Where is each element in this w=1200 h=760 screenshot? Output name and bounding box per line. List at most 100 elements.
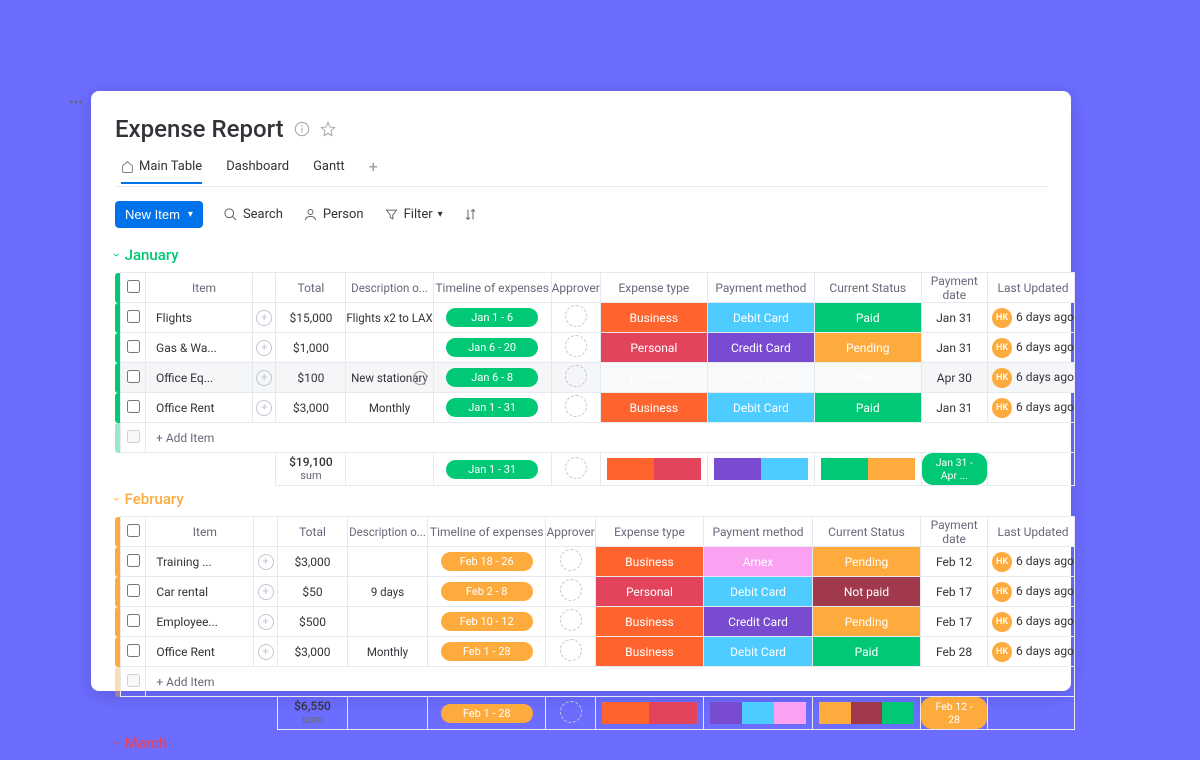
cell-timeline[interactable]: Feb 18 - 26 xyxy=(427,547,546,577)
add-item-row[interactable]: + Add Item xyxy=(115,423,1075,453)
row-checkbox[interactable] xyxy=(127,644,140,657)
cell-etype[interactable]: Personal xyxy=(595,577,704,607)
col-desc[interactable]: Description o... xyxy=(348,517,428,547)
col-status[interactable]: Current Status xyxy=(812,517,920,547)
cell-total[interactable]: $100 xyxy=(276,363,346,393)
cell-status[interactable]: Pending xyxy=(814,333,921,363)
col-pdate[interactable]: Payment date xyxy=(921,273,987,303)
cell-item[interactable]: Flights xyxy=(146,303,253,333)
cell-etype[interactable]: Personal xyxy=(600,333,707,363)
cell-desc[interactable] xyxy=(348,607,428,637)
col-method[interactable]: Payment method xyxy=(704,517,813,547)
col-approver[interactable]: Approver xyxy=(551,273,600,303)
cell-timeline[interactable]: Feb 2 - 8 xyxy=(427,577,546,607)
add-icon[interactable]: + xyxy=(256,340,272,356)
group-header-february[interactable]: ›February xyxy=(115,488,1071,516)
cell-pdate[interactable]: Jan 31 xyxy=(921,333,987,363)
cell-desc[interactable] xyxy=(346,333,433,363)
cell-etype[interactable]: Business xyxy=(600,303,707,333)
cell-method[interactable]: Amex xyxy=(704,547,813,577)
cell-status[interactable]: Not paid xyxy=(812,577,920,607)
cell-method[interactable]: Debit Card xyxy=(704,637,813,667)
cell-timeline[interactable]: Feb 10 - 12 xyxy=(427,607,546,637)
col-etype[interactable]: Expense type xyxy=(600,273,707,303)
col-upd[interactable]: Last Updated xyxy=(988,517,1075,547)
cell-timeline[interactable]: Jan 6 - 8 xyxy=(433,363,551,393)
tab-main-table[interactable]: Main Table xyxy=(121,155,202,184)
col-approver[interactable]: Approver xyxy=(546,517,595,547)
cell-etype[interactable]: Business xyxy=(595,607,704,637)
info-icon[interactable] xyxy=(294,121,310,137)
cell-approver[interactable] xyxy=(546,607,595,637)
star-icon[interactable] xyxy=(320,121,336,137)
tab-gantt[interactable]: Gantt xyxy=(313,155,345,184)
add-item-row[interactable]: + Add Item xyxy=(115,667,1075,697)
cell-item[interactable]: Gas & Wa... xyxy=(146,333,253,363)
cell-status[interactable]: Paid xyxy=(814,303,921,333)
table-row[interactable]: Gas & Wa... + $1,000 Jan 6 - 20 Personal… xyxy=(115,333,1075,363)
row-checkbox[interactable] xyxy=(127,674,140,687)
cell-updated[interactable]: HK6 days ago xyxy=(988,547,1075,577)
col-timeline[interactable]: Timeline of expenses xyxy=(433,273,551,303)
add-icon[interactable]: + xyxy=(258,584,274,600)
cell-total[interactable]: $3,000 xyxy=(277,637,347,667)
cell-approver[interactable] xyxy=(551,303,600,333)
cell-approver[interactable] xyxy=(551,333,600,363)
add-icon[interactable]: + xyxy=(256,310,272,326)
cell-item[interactable]: Office Rent xyxy=(146,637,254,667)
table-row[interactable]: Employee... + $500 Feb 10 - 12 Business … xyxy=(115,607,1075,637)
cell-item[interactable]: Car rental xyxy=(146,577,254,607)
row-checkbox[interactable] xyxy=(127,584,140,597)
row-checkbox[interactable] xyxy=(127,614,140,627)
col-total[interactable]: Total xyxy=(277,517,347,547)
cell-timeline[interactable]: Feb 1 - 28 xyxy=(427,637,546,667)
col-etype[interactable]: Expense type xyxy=(595,517,704,547)
add-icon[interactable]: + xyxy=(256,370,272,386)
add-icon[interactable]: + xyxy=(258,644,274,660)
cell-desc[interactable]: Monthly xyxy=(346,393,433,423)
group-header-march[interactable]: › March xyxy=(115,732,1071,760)
search-button[interactable]: Search xyxy=(223,207,283,222)
table-row[interactable]: Office Rent + $3,000 Monthly Jan 1 - 31 … xyxy=(115,393,1075,423)
cell-approver[interactable] xyxy=(551,393,600,423)
cell-status[interactable]: Paid xyxy=(814,363,921,393)
cell-updated[interactable]: HK6 days ago xyxy=(988,363,1075,393)
col-upd[interactable]: Last Updated xyxy=(988,273,1075,303)
cell-etype[interactable]: Business xyxy=(595,547,704,577)
cell-approver[interactable] xyxy=(546,577,595,607)
cell-item[interactable]: Office Eq... xyxy=(146,363,253,393)
cell-timeline[interactable]: Jan 6 - 20 xyxy=(433,333,551,363)
table-row[interactable]: Flights + $15,000 Flights x2 to LAX Jan … xyxy=(115,303,1075,333)
add-tab-button[interactable]: + xyxy=(369,153,378,186)
cell-desc[interactable] xyxy=(348,547,428,577)
cell-etype[interactable]: Business xyxy=(595,637,704,667)
cell-approver[interactable] xyxy=(546,637,595,667)
cell-pdate[interactable]: Jan 31 xyxy=(921,393,987,423)
row-checkbox[interactable] xyxy=(127,554,140,567)
cell-total[interactable]: $15,000 xyxy=(276,303,346,333)
cell-pdate[interactable]: Feb 17 xyxy=(921,577,988,607)
col-total[interactable]: Total xyxy=(276,273,346,303)
cell-desc[interactable]: New stationary xyxy=(346,363,433,393)
cell-status[interactable]: Pending xyxy=(812,607,920,637)
person-button[interactable]: Person xyxy=(303,207,364,222)
table-row[interactable]: Office Eq... + $100 New stationary Jan 6… xyxy=(115,363,1075,393)
cell-updated[interactable]: HK6 days ago xyxy=(988,303,1075,333)
cell-updated[interactable]: HK6 days ago xyxy=(988,333,1075,363)
cell-pdate[interactable]: Feb 17 xyxy=(921,607,988,637)
col-method[interactable]: Payment method xyxy=(707,273,814,303)
add-icon[interactable]: + xyxy=(256,400,272,416)
table-row[interactable]: Car rental + $50 9 days Feb 2 - 8 Person… xyxy=(115,577,1075,607)
cell-status[interactable]: Paid xyxy=(814,393,921,423)
cell-total[interactable]: $500 xyxy=(277,607,347,637)
tab-dashboard[interactable]: Dashboard xyxy=(226,155,289,184)
cell-etype[interactable]: Business xyxy=(600,363,707,393)
sort-button[interactable] xyxy=(463,207,478,222)
col-pdate[interactable]: Payment date xyxy=(921,517,988,547)
cell-pdate[interactable]: Apr 30 xyxy=(921,363,987,393)
table-row[interactable]: Training ... + $3,000 Feb 18 - 26 Busine… xyxy=(115,547,1075,577)
cell-method[interactable]: Debit Card xyxy=(707,303,814,333)
row-checkbox[interactable] xyxy=(127,430,140,443)
cell-status[interactable]: Pending xyxy=(812,547,920,577)
select-all-checkbox[interactable] xyxy=(127,524,140,537)
